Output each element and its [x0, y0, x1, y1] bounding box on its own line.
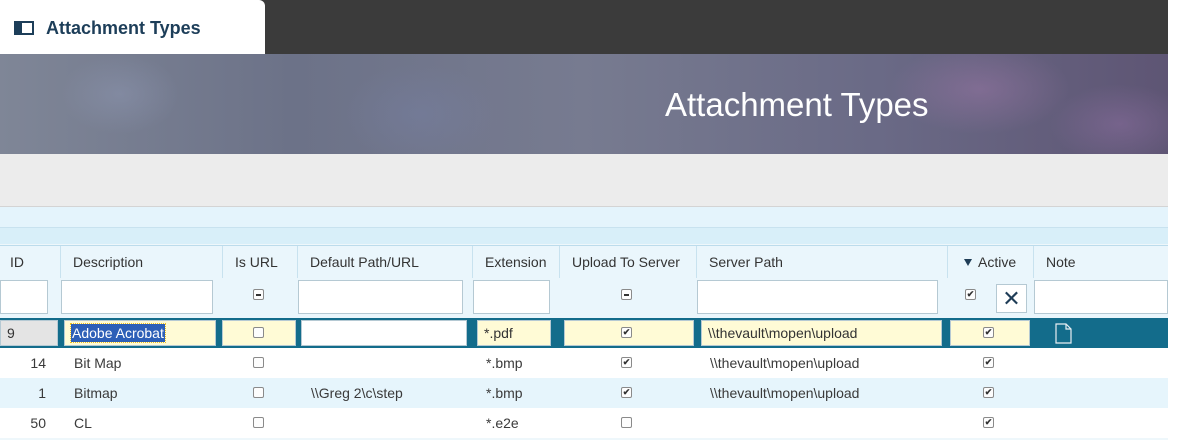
upload-to-server-checkbox[interactable]	[621, 327, 632, 338]
panel-layout-icon	[14, 21, 34, 35]
filter-description-input[interactable]	[61, 280, 213, 314]
active-checkbox[interactable]	[983, 357, 994, 368]
column-header-active-label: Active	[978, 254, 1017, 270]
filter-note-input[interactable]	[1034, 280, 1168, 314]
is-url-checkbox[interactable]	[253, 327, 264, 338]
table-row[interactable]: 14 Bit Map *.bmp \\thevault\mopen\upload	[0, 348, 1168, 378]
column-header-extension[interactable]: Extension	[472, 246, 559, 278]
column-header-id[interactable]: ID	[0, 246, 60, 278]
column-header-description[interactable]: Description	[60, 246, 222, 278]
table-row[interactable]: 1 Bitmap \\Greg 2\c\step *.bmp \\thevaul…	[0, 378, 1168, 408]
close-icon: ✕	[1002, 286, 1021, 311]
extension-cell: *.e2e	[486, 415, 519, 431]
filter-default-path-input[interactable]	[298, 280, 463, 314]
column-header-default-path[interactable]: Default Path/URL	[297, 246, 472, 278]
page-title: Attachment Types	[665, 86, 929, 123]
is-url-checkbox[interactable]	[253, 417, 264, 428]
filter-upload-to-server-checkbox[interactable]	[621, 289, 632, 300]
active-checkbox[interactable]	[983, 327, 994, 338]
toolbar-area	[0, 154, 1168, 207]
is-url-checkbox[interactable]	[253, 357, 264, 368]
id-cell: 14	[30, 355, 46, 371]
upload-to-server-checkbox[interactable]	[621, 417, 632, 428]
grid-band	[0, 207, 1168, 228]
column-header-active[interactable]: Active	[947, 246, 1033, 278]
active-checkbox[interactable]	[983, 417, 994, 428]
is-url-checkbox[interactable]	[253, 387, 264, 398]
filter-server-path-input[interactable]	[697, 280, 938, 314]
table-row[interactable]: 50 CL *.e2e	[0, 408, 1168, 438]
filter-is-url-checkbox[interactable]	[253, 289, 264, 300]
description-edit-input[interactable]: Adobe Acrobat	[64, 320, 216, 346]
column-header-note[interactable]: Note	[1033, 246, 1168, 278]
extension-cell: *.bmp	[486, 385, 523, 401]
filter-extension-input[interactable]	[473, 280, 550, 314]
id-cell: 9	[0, 320, 58, 346]
app-frame: Attachment Types Attachment Types ID Des…	[0, 0, 1168, 440]
document-icon[interactable]	[1055, 323, 1072, 344]
column-header-is-url[interactable]: Is URL	[222, 246, 297, 278]
server-path-cell: \\thevault\mopen\upload	[710, 385, 860, 401]
filter-id-input[interactable]	[0, 280, 48, 314]
sort-descending-icon	[964, 258, 972, 266]
server-path-edit-input[interactable]: \\thevault\mopen\upload	[701, 320, 942, 346]
id-cell: 50	[30, 415, 46, 431]
tab-title: Attachment Types	[46, 17, 201, 38]
extension-edit-input[interactable]: *.pdf	[477, 320, 551, 346]
id-cell: 1	[38, 385, 46, 401]
filter-row: ✕	[0, 278, 1168, 318]
page-banner: Attachment Types	[0, 54, 1168, 154]
description-cell: Bitmap	[74, 385, 118, 401]
upload-to-server-checkbox[interactable]	[621, 357, 632, 368]
default-path-cell: \\Greg 2\c\step	[311, 385, 403, 401]
column-header-upload-to-server[interactable]: Upload To Server	[559, 246, 696, 278]
extension-cell: *.bmp	[486, 355, 523, 371]
column-header-server-path[interactable]: Server Path	[696, 246, 947, 278]
active-checkbox[interactable]	[983, 387, 994, 398]
filter-active-checkbox[interactable]	[965, 289, 976, 300]
default-path-edit-input[interactable]	[301, 320, 467, 346]
table-row-selected[interactable]: 9 Adobe Acrobat *.pdf \\thevault\mopen\u…	[0, 318, 1168, 348]
upload-to-server-checkbox[interactable]	[621, 387, 632, 398]
clear-filter-button[interactable]: ✕	[996, 284, 1027, 313]
table-header: ID Description Is URL Default Path/URL E…	[0, 245, 1168, 279]
description-selected-text: Adobe Acrobat	[70, 323, 166, 343]
grid-band-secondary	[0, 228, 1168, 244]
description-cell: CL	[74, 415, 92, 431]
server-path-cell: \\thevault\mopen\upload	[710, 355, 860, 371]
description-cell: Bit Map	[74, 355, 122, 371]
tab-attachment-types[interactable]: Attachment Types	[0, 0, 265, 56]
